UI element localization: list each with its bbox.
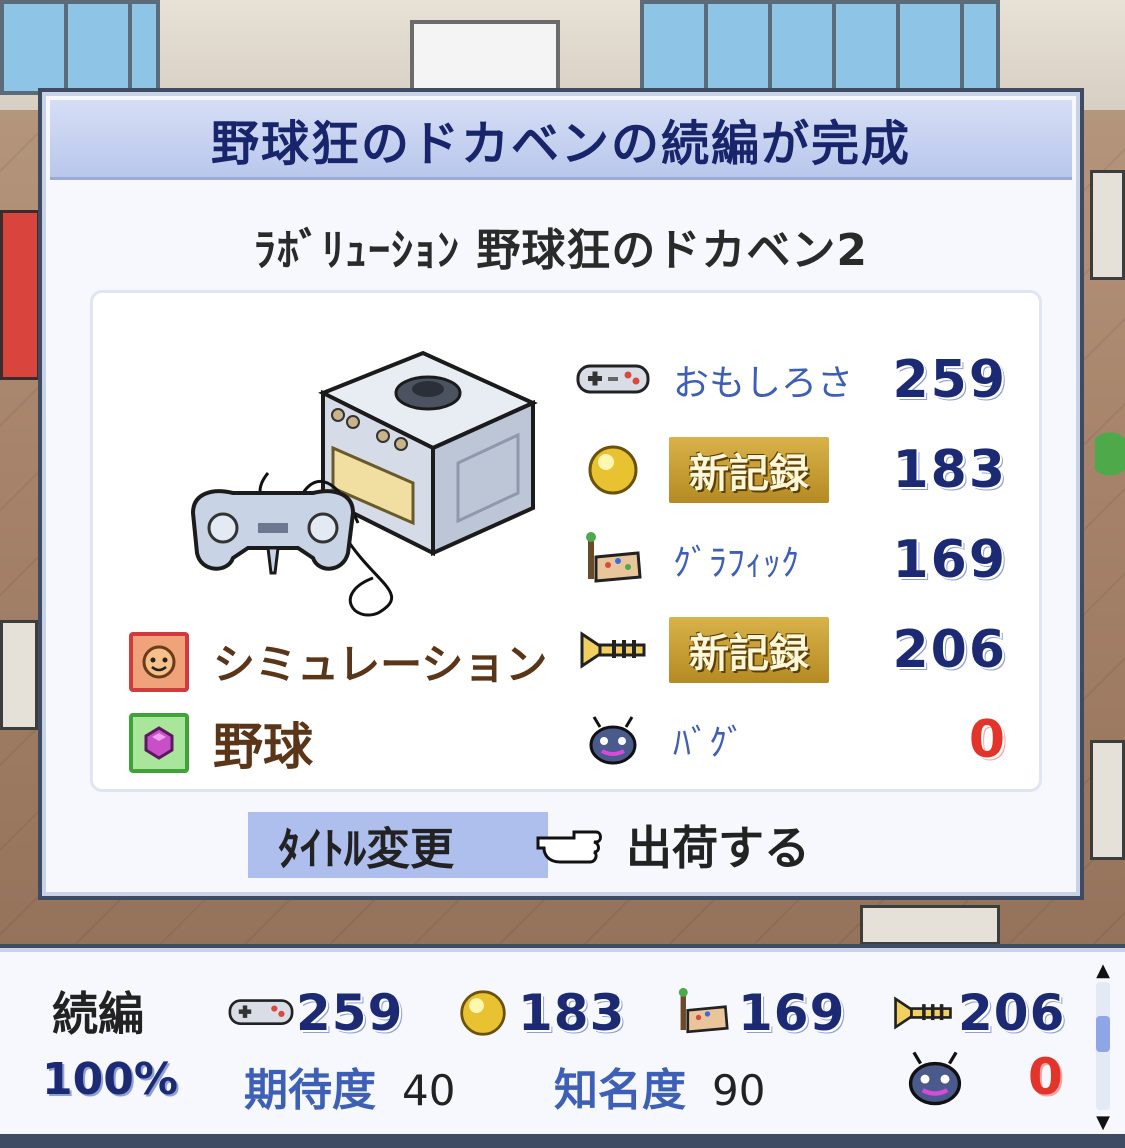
game-complete-dialog: 野球狂のドカベンの続編が完成 ﾗﾎﾞﾘｭｰｼｮﾝ 野球狂のドカベン2 シミュレー… <box>38 88 1084 900</box>
genre-row-simulation: シミュレーション <box>129 631 547 692</box>
bug-icon <box>908 1051 962 1106</box>
controller-icon <box>226 987 296 1039</box>
genre-label: 野球 <box>213 718 313 776</box>
stat-row-creativity: 新記録 183 <box>573 435 1013 505</box>
status-creativity: 183 <box>448 984 625 1042</box>
stat-row-bugs: ﾊﾞｸﾞ 0 <box>573 705 1013 775</box>
office-desk <box>0 620 38 730</box>
scroll-thumb[interactable] <box>1096 1016 1110 1052</box>
gold-orb-icon <box>448 987 518 1039</box>
console-illustration <box>190 350 538 617</box>
status-fun-value: 259 <box>296 984 404 1042</box>
ship-button[interactable]: 出荷する <box>626 812 810 878</box>
stat-value: 206 <box>892 620 1007 680</box>
fame-value: 90 <box>712 1066 766 1115</box>
paint-palette-icon <box>573 530 653 590</box>
genre-label: シミュレーション <box>213 640 548 689</box>
game-name: ﾗﾎﾞﾘｭｰｼｮﾝ 野球狂のドカベン2 <box>254 225 868 276</box>
office-desk <box>1090 740 1125 860</box>
stat-label: ﾊﾞｸﾞ <box>673 723 745 764</box>
fame-stat: 知名度 90 <box>554 1054 765 1118</box>
status-sound: 206 <box>888 984 1065 1042</box>
stat-label: ｸﾞﾗﾌｨｯｸ <box>673 543 799 584</box>
gold-orb-icon <box>573 440 653 500</box>
status-sound-value: 206 <box>958 984 1066 1042</box>
game-info-card: シミュレーション 野球 おもしろさ 259 新記録 183 ｸﾞﾗﾌｨｯｸ 16… <box>90 290 1042 792</box>
status-bugs-value: 0 <box>1028 1048 1063 1106</box>
screen-bottom-edge <box>0 1134 1125 1148</box>
trumpet-icon <box>888 987 958 1039</box>
office-desk <box>860 905 1000 945</box>
bug-icon <box>573 710 653 770</box>
stat-row-fun: おもしろさ 259 <box>573 345 1013 415</box>
office-desk <box>1090 170 1125 280</box>
progress-percent: 100% <box>42 1054 178 1105</box>
dialog-actions: ﾀｲﾄﾙ変更 出荷する <box>42 804 1080 884</box>
expectation-label: 期待度 <box>244 1065 376 1116</box>
baseball-gem-icon <box>129 713 189 773</box>
controller-icon <box>573 350 653 410</box>
scroll-down-arrow-icon[interactable]: ▼ <box>1090 1112 1116 1133</box>
stat-value: 169 <box>892 530 1007 590</box>
office-window <box>640 0 1000 95</box>
fame-label: 知名度 <box>554 1065 686 1116</box>
paint-palette-icon <box>668 987 738 1039</box>
new-record-badge: 新記録 <box>669 617 829 683</box>
new-record-badge: 新記録 <box>669 437 829 503</box>
status-graphics: 169 <box>668 984 845 1042</box>
genre-row-baseball: 野球 <box>129 707 313 779</box>
office-plant <box>1095 430 1125 490</box>
stat-row-sound: 新記録 206 <box>573 615 1013 685</box>
release-type-label: 続編 <box>52 987 144 1041</box>
trumpet-icon <box>573 620 653 680</box>
status-creativity-value: 183 <box>518 984 626 1042</box>
status-scrollbar[interactable]: ▲ ▼ <box>1090 960 1116 1133</box>
scroll-track[interactable] <box>1096 982 1110 1110</box>
status-panel: 続編 100% 259 183 169 206 期待度 40 知名度 90 0 <box>0 944 1125 1134</box>
stat-value: 259 <box>892 350 1007 410</box>
dialog-title: 野球狂のドカベンの続編が完成 <box>210 115 911 172</box>
rename-title-button[interactable]: ﾀｲﾄﾙ変更 <box>248 812 548 878</box>
scroll-up-arrow-icon[interactable]: ▲ <box>1090 960 1116 981</box>
stat-row-graphics: ｸﾞﾗﾌｨｯｸ 169 <box>573 525 1013 595</box>
status-fun: 259 <box>226 984 403 1042</box>
simulation-face-icon <box>129 631 189 692</box>
stat-value: 0 <box>968 710 1007 770</box>
pointing-hand-icon <box>536 830 602 864</box>
expectation-stat: 期待度 40 <box>244 1054 455 1118</box>
vending-machine <box>0 210 40 380</box>
stat-value: 183 <box>892 440 1007 500</box>
dialog-title-bar: 野球狂のドカベンの続編が完成 <box>50 100 1072 180</box>
office-window <box>0 0 160 95</box>
status-graphics-value: 169 <box>738 984 846 1042</box>
expectation-value: 40 <box>402 1066 456 1115</box>
stat-label: おもしろさ <box>673 363 854 404</box>
